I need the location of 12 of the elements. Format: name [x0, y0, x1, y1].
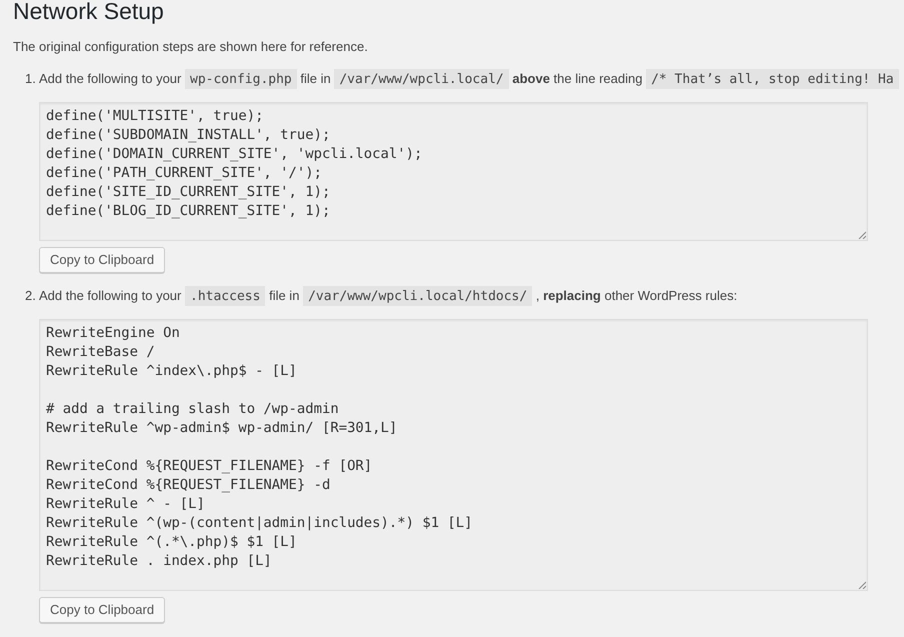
copy-button[interactable]: Copy to Clipboard	[39, 247, 166, 273]
intro-text: The original configuration steps are shown here for reference.	[13, 38, 368, 56]
step-number: 1.	[25, 70, 37, 88]
step-number: 2.	[25, 287, 37, 305]
code-textarea[interactable]: define('MULTISITE', true); define('SUBDOMAIN_INSTALL', true); define('DOMAIN_CURRENT_SITE', 'wpcli.local'); define('PATH_CURRENT_SITE', '/'); define('SITE_ID_CURRENT_SITE', 1); define('BLOG_ID_CURRENT_SITE', 1);	[39, 102, 868, 241]
resize-grip-icon[interactable]	[858, 231, 866, 239]
step-instruction: Add the following to your wp-config.php file in /var/www/wpcli.local/ above the line reading /* That’s all, stop editing! Ha	[39, 68, 899, 90]
resize-grip-icon[interactable]	[858, 581, 866, 589]
copy-button[interactable]: Copy to Clipboard	[39, 597, 166, 623]
step-instruction: Add the following to your .htaccess file in /var/www/wpcli.local/htdocs/ , replacing other WordPress rules:	[39, 284, 738, 308]
code-textarea[interactable]: RewriteEngine On RewriteBase / RewriteRule ^index\.php$ - [L] # add a trailing slash to /wp-admin RewriteRule ^wp-admin$ wp-admin/ [R=301,L] RewriteCond %{REQUEST_FILENAME} -f [OR] RewriteCond %{REQUEST_FILENAME} -d RewriteRule ^ - [L] RewriteRule ^(wp-(content|admin|includes).*) $1 [L] RewriteRule ^(.*\.php)$ $1 [L] RewriteRule . index.php [L]	[39, 319, 868, 591]
page-title: Network Setup	[13, 0, 164, 23]
